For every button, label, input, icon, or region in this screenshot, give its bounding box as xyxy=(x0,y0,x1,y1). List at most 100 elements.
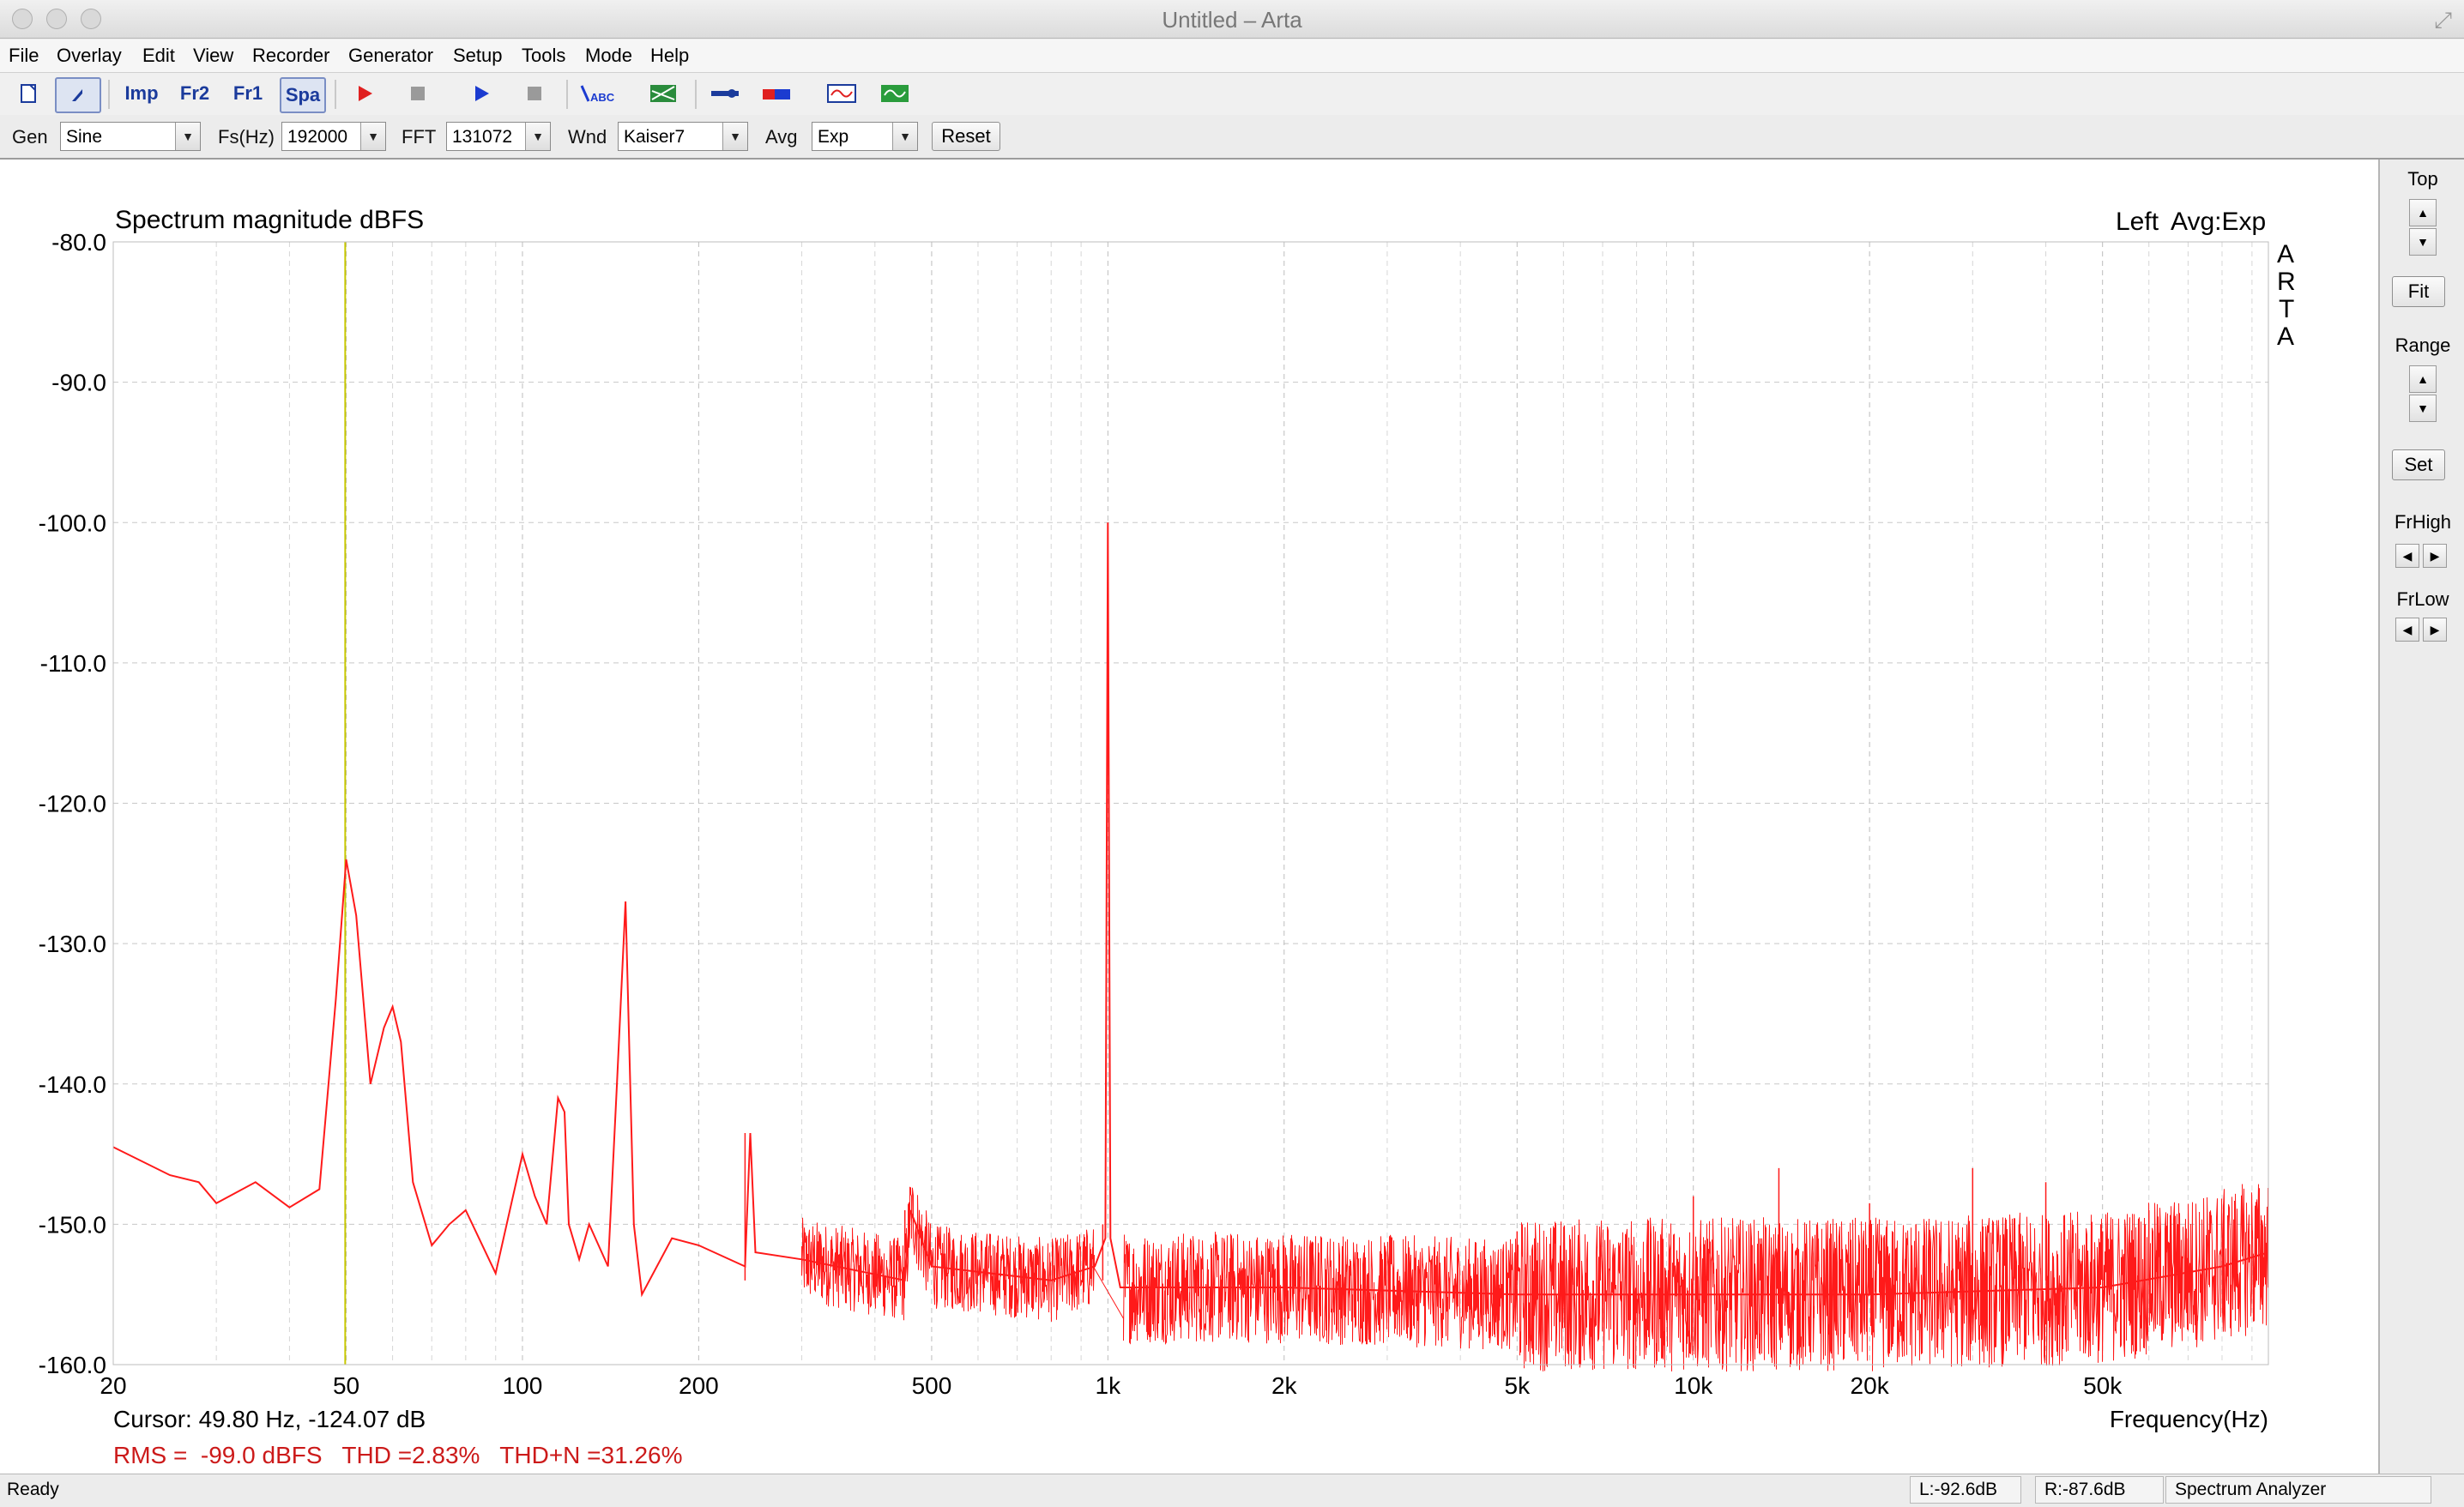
imp-mode-button[interactable]: Imp xyxy=(120,77,163,110)
set-button[interactable]: Set xyxy=(2392,449,2445,480)
status-bar: Ready L:-92.6dB R:-87.6dB Spectrum Analy… xyxy=(0,1474,2464,1507)
grid xyxy=(112,241,2268,1365)
y-axis: -80.0 -90.0 -100.0 -110.0 -120.0 -130.0 -140.0… xyxy=(39,229,106,1378)
mode-readout: Spectrum Analyzer xyxy=(2165,1476,2431,1504)
menu-help[interactable]: Help xyxy=(650,45,689,67)
chevron-down-icon[interactable]: ▼ xyxy=(722,123,747,150)
stop-icon xyxy=(528,87,541,100)
side-panel: Top ▲ ▼ Fit Range ▲ ▼ Set FrHigh ◀ ▶ FrL… xyxy=(2378,160,2464,1474)
arta-watermark-a1: A xyxy=(2277,240,2294,268)
level-meter-button[interactable] xyxy=(755,77,798,110)
fullscreen-icon[interactable]: ⤢ xyxy=(2434,7,2452,34)
y-tick-label: -90.0 xyxy=(51,370,106,396)
menu-tools[interactable]: Tools xyxy=(522,45,565,67)
x-tick-label: 50k xyxy=(2083,1372,2123,1399)
probe-button[interactable] xyxy=(704,77,746,110)
x-tick-label: 50 xyxy=(333,1372,359,1399)
chevron-right-icon: ▶ xyxy=(2430,622,2440,636)
plot-panel: -80.0 -90.0 -100.0 -110.0 -120.0 -130.0 -140.0… xyxy=(0,160,2378,1474)
y-tick-label: -80.0 xyxy=(51,229,106,256)
range-up-button[interactable]: ▲ xyxy=(2409,365,2437,393)
scale-button[interactable] xyxy=(642,77,685,110)
parameter-bar: Gen Sine ▼ Fs(Hz) 192000 ▼ FFT 131072 ▼ Wnd… xyxy=(0,115,2464,160)
menu-edit[interactable]: Edit xyxy=(142,45,175,67)
generator-wave-button[interactable] xyxy=(873,77,916,110)
menu-setup[interactable]: Setup xyxy=(453,45,503,67)
spectrum-analyzer-icon: Spa xyxy=(285,84,321,105)
x-tick-label: 20 xyxy=(100,1372,126,1399)
spa-mode-button[interactable]: Spa xyxy=(280,77,326,113)
record-play-icon xyxy=(359,86,372,101)
chevron-left-icon: ◀ xyxy=(2402,622,2413,636)
fr2-mode-button[interactable]: Fr2 xyxy=(173,77,216,110)
y-tick-label: -110.0 xyxy=(40,650,106,677)
new-document-button[interactable] xyxy=(7,77,50,110)
channel-label: Left xyxy=(2116,208,2159,236)
cursor-readout: Cursor: 49.80 Hz, -124.07 dB xyxy=(113,1406,426,1432)
dual-channel-fr-icon: Fr2 xyxy=(179,82,210,104)
cursor-arrow-icon xyxy=(72,89,82,101)
spectrum-chart[interactable]: -80.0 -90.0 -100.0 -110.0 -120.0 -130.0 -140.0… xyxy=(0,160,2378,1474)
chevron-down-icon[interactable]: ▼ xyxy=(525,123,550,150)
noise-floor-trace xyxy=(801,1184,2268,1372)
left-level-readout: L:-92.6dB xyxy=(1910,1476,2021,1504)
overlay-abc-button[interactable]: ABC xyxy=(577,77,619,110)
frhigh-left-button[interactable]: ◀ xyxy=(2395,544,2419,568)
menu-overlay[interactable]: Overlay xyxy=(57,45,122,67)
gen-select[interactable]: Sine ▼ xyxy=(60,122,201,151)
fs-select[interactable]: 192000 ▼ xyxy=(281,122,386,151)
top-up-button[interactable]: ▲ xyxy=(2409,199,2437,226)
fft-label: FFT xyxy=(402,126,437,148)
frlow-label: FrLow xyxy=(2396,588,2449,610)
probe-icon xyxy=(711,89,739,98)
y-tick-label: -130.0 xyxy=(39,931,106,957)
top-down-button[interactable]: ▼ xyxy=(2409,228,2437,256)
spectrum-trace xyxy=(112,522,2269,1298)
range-down-button[interactable]: ▼ xyxy=(2409,395,2437,422)
top-label: Top xyxy=(2407,168,2438,190)
menu-generator[interactable]: Generator xyxy=(348,45,433,67)
chevron-down-icon[interactable]: ▼ xyxy=(892,123,917,150)
stats-readout: RMS = -99.0 dBFS THD =2.83% THD+N =31.26… xyxy=(113,1442,682,1468)
impulse-mode-icon: Imp xyxy=(124,82,159,104)
play-icon xyxy=(475,86,489,101)
wnd-select[interactable]: Kaiser7 ▼ xyxy=(618,122,748,151)
chevron-down-icon[interactable]: ▼ xyxy=(360,123,385,150)
x-tick-label: 5k xyxy=(1505,1372,1531,1399)
frlow-left-button[interactable]: ◀ xyxy=(2395,618,2419,642)
avg-select[interactable]: Exp ▼ xyxy=(812,122,918,151)
chevron-down-icon[interactable]: ▼ xyxy=(175,123,200,150)
x-tick-label: 20k xyxy=(1851,1372,1890,1399)
chevron-down-icon: ▼ xyxy=(2417,235,2429,249)
fr1-mode-button[interactable]: Fr1 xyxy=(226,77,269,110)
stop-play-button[interactable] xyxy=(513,77,556,110)
fft-select[interactable]: 131072 ▼ xyxy=(446,122,551,151)
scope-button[interactable] xyxy=(820,77,863,110)
cursor-button[interactable] xyxy=(55,77,101,113)
frlow-right-button[interactable]: ▶ xyxy=(2423,618,2447,642)
x-tick-label: 200 xyxy=(679,1372,719,1399)
scope-icon xyxy=(827,84,856,103)
x-tick-label: 10k xyxy=(1674,1372,1713,1399)
status-ready: Ready xyxy=(7,1480,59,1499)
fit-button[interactable]: Fit xyxy=(2392,276,2445,307)
menu-mode[interactable]: Mode xyxy=(585,45,632,67)
play-button[interactable] xyxy=(460,77,503,110)
y-tick-label: -150.0 xyxy=(39,1211,106,1238)
reset-button[interactable]: Reset xyxy=(932,122,1000,151)
frhigh-right-button[interactable]: ▶ xyxy=(2423,544,2447,568)
generator-wave-icon xyxy=(881,85,909,102)
window-title: Untitled – Arta xyxy=(1162,7,1302,33)
menu-recorder[interactable]: Recorder xyxy=(252,45,329,67)
menu-file[interactable]: File xyxy=(9,45,39,67)
single-channel-fr-icon: Fr1 xyxy=(233,82,263,104)
menu-view[interactable]: View xyxy=(193,45,233,67)
y-tick-label: -100.0 xyxy=(39,509,106,536)
right-level-readout: R:-87.6dB xyxy=(2035,1476,2164,1504)
record-button[interactable] xyxy=(343,77,386,110)
stop-record-button[interactable] xyxy=(396,77,439,110)
chevron-left-icon: ◀ xyxy=(2402,548,2413,563)
fs-label: Fs(Hz) xyxy=(218,126,275,148)
y-tick-label: -140.0 xyxy=(39,1071,106,1098)
new-document-icon xyxy=(21,84,36,103)
